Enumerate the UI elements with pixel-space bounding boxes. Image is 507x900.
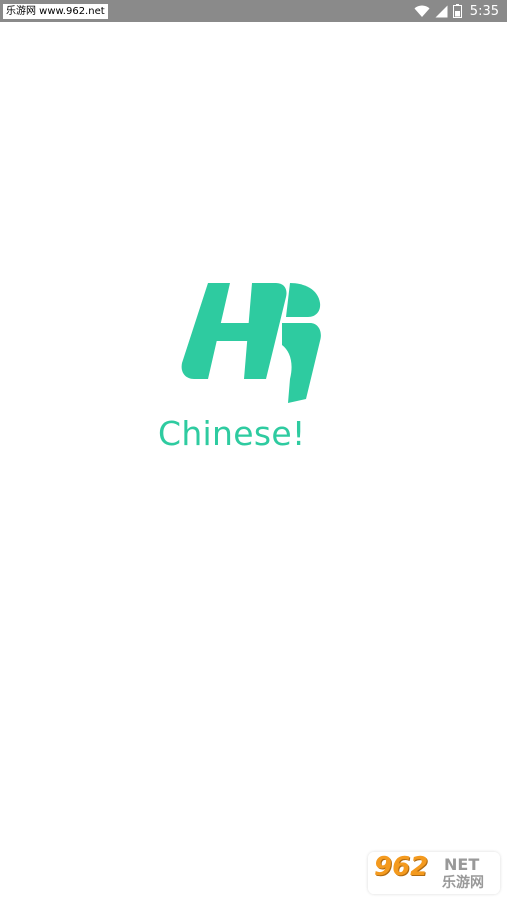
battery-icon (452, 4, 462, 18)
signal-icon (435, 5, 448, 17)
app-name-text: Chinese! (158, 414, 306, 453)
status-bar: 乐游网 www.962.net 5:35 (0, 0, 507, 22)
app-logo-icon: Hi (181, 283, 321, 403)
status-time: 5:35 (469, 3, 499, 19)
wifi-icon (414, 5, 430, 17)
splash-screen: 乐游网 www.962.net 5:35 Hi (0, 0, 507, 900)
watermark-badge: 962 NET 乐游网 (368, 852, 500, 894)
watermark-name: 乐游网 (442, 875, 484, 891)
watermark-suffix: NET (444, 855, 480, 874)
status-icons: 5:35 (414, 0, 499, 22)
watermark-number: 962 (374, 852, 429, 882)
site-watermark: 乐游网 www.962.net (3, 4, 108, 19)
